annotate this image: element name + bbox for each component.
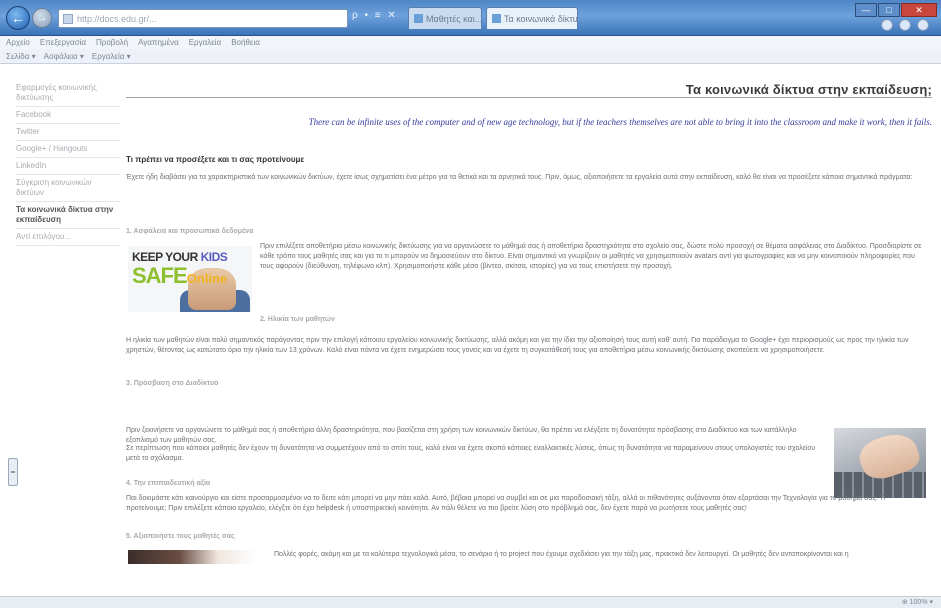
intro-quote: There can be infinite uses of the comput…	[308, 117, 932, 127]
section-3-text: Πριν ξεκινήσετε να οργανώνετε το μάθημά …	[126, 427, 797, 444]
close-icon[interactable]: ✕	[901, 3, 937, 17]
sidebar-item-education[interactable]: Τα κοινωνικά δίκτυα στην εκπαίδευση	[16, 202, 120, 229]
address-text[interactable]: http://docs.edu.gr/...	[77, 14, 157, 24]
image-caption-safe: SAFE	[132, 263, 188, 288]
keyboard-hand-image	[834, 428, 926, 498]
status-bar: ⊕ 100% ▾	[0, 596, 941, 608]
sidebar-item-epilogue[interactable]: Αντί επιλόγου...	[16, 229, 120, 246]
section-5-image	[128, 550, 256, 564]
settings-gear-icon[interactable]	[917, 19, 929, 31]
image-caption-online: Online	[186, 271, 228, 286]
tab-favicon-icon	[414, 14, 423, 23]
menu-item-edit[interactable]: Επεξεργασία	[40, 38, 86, 47]
image-caption-kids: KIDS	[200, 250, 228, 264]
title-divider	[126, 97, 932, 98]
minimize-icon[interactable]: —	[855, 3, 877, 17]
tab-label: Τα κοινωνικά δίκτυα... ×	[504, 13, 578, 24]
sidebar-nav: Εφαρμογές κοινωνικής δικτύωσης Facebook …	[16, 80, 120, 246]
tab-2[interactable]: Τα κοινωνικά δίκτυα... ×	[486, 7, 578, 29]
menu-item-tools[interactable]: Εργαλεία	[189, 38, 221, 47]
sidebar-item-comparison[interactable]: Σύγκριση κοινωνικών δικτύων	[16, 175, 120, 202]
menu-item-favorites[interactable]: Αγαπημένα	[138, 38, 179, 47]
browser-titlebar: ← → http://docs.edu.gr/... ρ • ≡ ✕ Μαθητ…	[0, 0, 941, 36]
section-heading: Τι πρέπει να προσέξετε και τι σας προτεί…	[126, 155, 305, 164]
command-bar: Σελίδα ▾ Ασφάλεια ▾ Εργαλεία ▾	[0, 49, 941, 64]
sidebar-item-google-plus[interactable]: Google+ / Hangouts	[16, 141, 120, 158]
window-controls: — □ ✕	[855, 3, 937, 17]
menu-bar: Αρχείο Επεξεργασία Προβολή Αγαπημένα Εργ…	[0, 36, 941, 49]
side-scroll-handle[interactable]	[8, 458, 18, 486]
menu-item-view[interactable]: Προβολή	[96, 38, 128, 47]
address-controls[interactable]: ρ • ≡ ✕	[352, 10, 398, 21]
section-4-title: 4. Την επιπαιδευτική αξία	[126, 480, 211, 487]
sidebar-item-twitter[interactable]: Twitter	[16, 124, 120, 141]
back-arrow-icon[interactable]: ←	[6, 6, 30, 30]
section-2-title: 2. Ηλικία των μαθητών	[260, 316, 335, 323]
image-caption-line2: SAFEOnline	[132, 263, 227, 289]
tab-1[interactable]: Μαθητές και...	[408, 7, 482, 29]
section-5-text: Πολλές φορές, ακόμη και με τα καλύτερα τ…	[274, 551, 849, 558]
command-safety[interactable]: Ασφάλεια ▾	[44, 52, 84, 61]
tab-favicon-icon	[492, 14, 501, 23]
home-icon[interactable]	[881, 19, 893, 31]
favorites-star-icon[interactable]	[899, 19, 911, 31]
intro-paragraph: Έχετε ήδη διαβάσει για τα χαρακτηριστικά…	[126, 174, 913, 181]
section-3-text-2: Σε περίπτωση που κάποιοι μαθητές δεν έχο…	[126, 445, 816, 462]
section-4-text: Παι δοκιμάστε κάτι καινούργιο και είστε …	[126, 495, 886, 512]
sidebar-item-linkedin[interactable]: LinkedIn	[16, 158, 120, 175]
zoom-level[interactable]: ⊕ 100% ▾	[902, 598, 933, 606]
section-1-title: 1. Ασφάλεια και προσωπικά δεδομένα	[126, 228, 254, 235]
tab-label: Μαθητές και...	[426, 13, 482, 24]
forward-arrow-icon[interactable]: →	[32, 8, 52, 28]
browser-toolbar-icons	[881, 19, 929, 31]
address-bar[interactable]: http://docs.edu.gr/...	[58, 9, 348, 28]
command-page[interactable]: Σελίδα ▾	[6, 52, 36, 61]
section-3-title: 3. Πρόσβαση στο Διαδίκτυο	[126, 380, 219, 387]
section-2-text: Η ηλικία των μαθητών είναι πολύ σημαντικ…	[126, 337, 909, 354]
menu-item-help[interactable]: Βοήθεια	[231, 38, 260, 47]
section-5-title: 5. Αξιοποιήστε τους μαθητές σας	[126, 533, 235, 540]
sidebar-item-apps[interactable]: Εφαρμογές κοινωνικής δικτύωσης	[16, 80, 120, 107]
section-1-text: Πριν επιλέξετε αποθετήρια μέσω κοινωνική…	[260, 243, 922, 270]
sidebar-item-facebook[interactable]: Facebook	[16, 107, 120, 124]
maximize-icon[interactable]: □	[878, 3, 900, 17]
page-title: Τα κοινωνικά δίκτυα στην εκπαίδευση;	[685, 82, 932, 97]
keep-kids-safe-image: KEEP YOUR KIDS SAFEOnline	[128, 246, 252, 312]
image-caption-keep: KEEP YOUR	[132, 250, 201, 264]
command-tools[interactable]: Εργαλεία ▾	[92, 52, 131, 61]
menu-item-file[interactable]: Αρχείο	[6, 38, 30, 47]
page-favicon-icon	[63, 13, 73, 24]
image-caption-line1: KEEP YOUR KIDS	[132, 250, 228, 264]
